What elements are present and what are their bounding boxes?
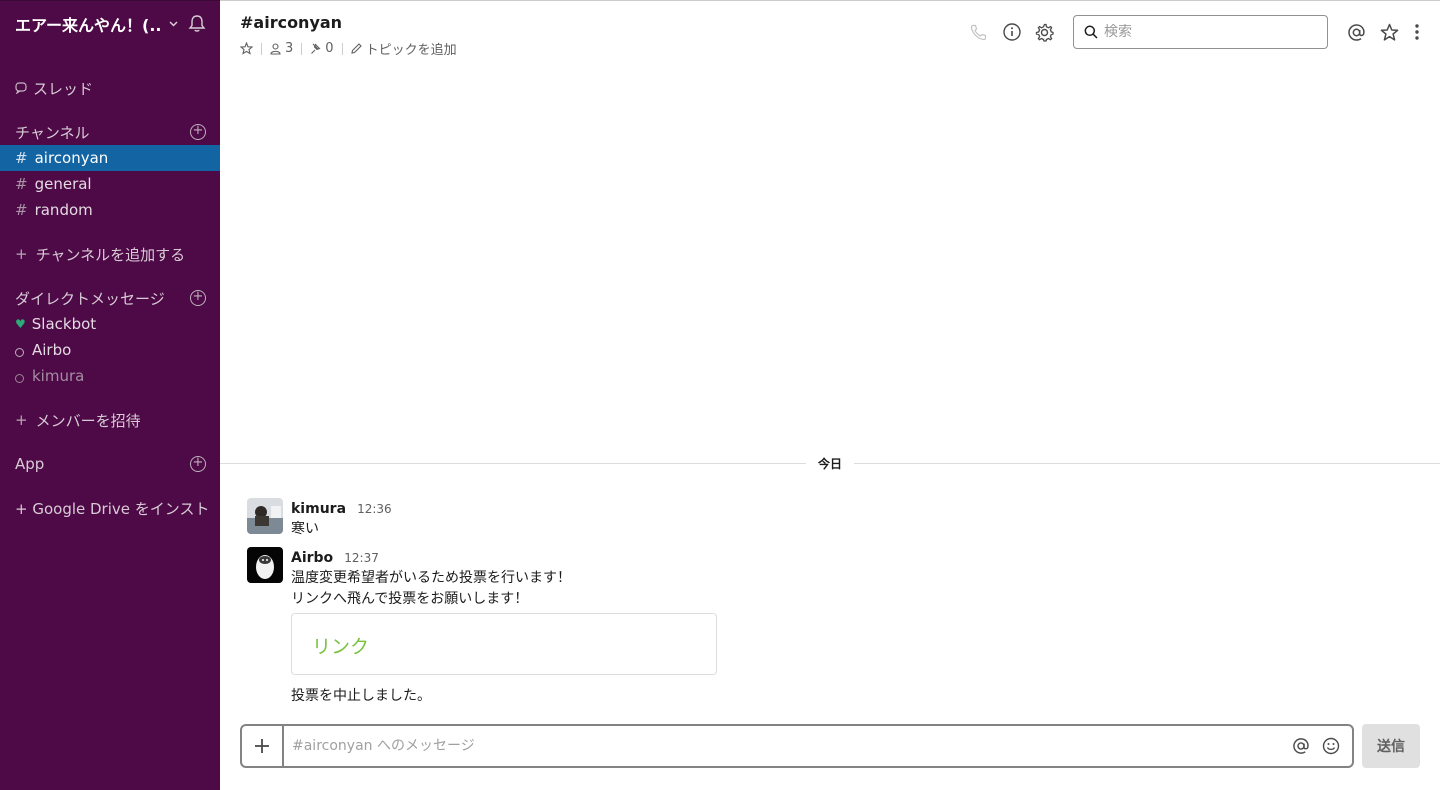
- day-divider-label[interactable]: 今日: [806, 455, 854, 472]
- plus-icon: [255, 739, 269, 753]
- sidebar-item-threads[interactable]: スレッド: [15, 77, 93, 99]
- channel-name: random: [34, 201, 93, 219]
- message-input[interactable]: [284, 726, 1286, 766]
- section-label: ダイレクトメッセージ: [15, 289, 165, 308]
- google-drive-label: + Google Drive をインスト...: [15, 499, 210, 518]
- presence-icon: [15, 373, 24, 383]
- heart-icon: ♥: [15, 317, 26, 331]
- send-button[interactable]: 送信: [1362, 724, 1420, 768]
- phone-icon[interactable]: [962, 15, 995, 49]
- plus-icon: +: [15, 411, 28, 429]
- message-header: Airbo 12:37: [291, 547, 379, 566]
- slack-app: エアー来んやん！(... スレッド チャンネル + # airconyan # …: [0, 0, 1440, 790]
- message-text: 投票を中止しました。: [291, 688, 431, 704]
- at-mention-icon[interactable]: [1286, 731, 1316, 761]
- avatar[interactable]: [247, 498, 283, 534]
- star-icon[interactable]: [240, 42, 253, 55]
- sidebar-item-random[interactable]: # random: [0, 197, 220, 223]
- info-icon[interactable]: [995, 15, 1028, 49]
- timestamp[interactable]: 12:36: [357, 502, 392, 516]
- hash-icon: #: [15, 175, 28, 193]
- emoji-icon[interactable]: [1316, 731, 1346, 761]
- hash-icon: #: [15, 201, 28, 219]
- add-topic-button[interactable]: トピックを追加: [350, 39, 457, 58]
- dm-name: Airbo: [32, 341, 72, 359]
- message-composer: [240, 724, 1354, 768]
- sidebar: エアー来んやん！(... スレッド チャンネル + # airconyan # …: [0, 0, 220, 790]
- starred-items-icon[interactable]: [1373, 15, 1406, 49]
- hash-icon: #: [15, 149, 28, 167]
- divider: [261, 42, 262, 55]
- avatar[interactable]: [247, 547, 283, 583]
- google-drive-install-link[interactable]: + Google Drive をインスト...: [15, 497, 210, 519]
- channel-title[interactable]: #airconyan: [240, 13, 342, 32]
- channels-section-header[interactable]: チャンネル: [15, 121, 90, 143]
- chevron-down-icon[interactable]: [169, 19, 178, 30]
- dm-name: Slackbot: [31, 315, 97, 333]
- members-count[interactable]: 3: [270, 41, 293, 56]
- channel-name: airconyan: [34, 149, 109, 167]
- more-vertical-icon[interactable]: [1406, 15, 1428, 49]
- workspace-switcher[interactable]: エアー来んやん！(...: [15, 13, 210, 35]
- sidebar-item-kimura[interactable]: kimura: [0, 363, 220, 389]
- attachment-card: リンク: [291, 613, 717, 675]
- search-icon: [1084, 25, 1098, 39]
- dm-section-header[interactable]: ダイレクトメッセージ: [15, 287, 165, 309]
- bell-icon[interactable]: [188, 14, 206, 37]
- pins-count-value: 0: [325, 41, 334, 56]
- pins-count[interactable]: 0: [310, 41, 334, 56]
- app-section-header[interactable]: App: [15, 453, 44, 475]
- pin-icon: [310, 43, 321, 55]
- sidebar-item-airbo[interactable]: Airbo: [0, 337, 220, 363]
- message-text: 寒い: [291, 521, 319, 537]
- channel-name: general: [34, 175, 92, 193]
- add-app-icon[interactable]: +: [190, 456, 206, 472]
- message-header: kimura 12:36: [291, 498, 392, 517]
- attach-plus-button[interactable]: [242, 726, 284, 766]
- pencil-icon: [350, 43, 362, 54]
- section-label: App: [15, 455, 45, 473]
- invite-label: メンバーを招待: [35, 411, 141, 430]
- presence-icon: [15, 347, 24, 357]
- add-channel-label: チャンネルを追加する: [35, 245, 186, 264]
- workspace-name[interactable]: エアー来んやん！(...: [15, 12, 163, 36]
- add-topic-label: トピックを追加: [365, 43, 457, 58]
- search-box[interactable]: [1073, 15, 1328, 49]
- message-text: リンクへ飛んで投票をお願いします！: [291, 591, 529, 607]
- threads-icon: [15, 82, 27, 94]
- author-name[interactable]: Airbo: [291, 550, 333, 566]
- add-channel-icon[interactable]: +: [190, 124, 206, 140]
- member-icon: [270, 42, 281, 55]
- search-input[interactable]: [1104, 24, 1304, 40]
- sidebar-item-slackbot[interactable]: ♥ Slackbot: [0, 311, 220, 337]
- channel-header: #airconyan 3 0 トピックを追加 検索: [220, 0, 1440, 62]
- header-toolbar: [962, 15, 1428, 49]
- timestamp[interactable]: 12:37: [344, 551, 379, 565]
- at-mention-icon[interactable]: [1340, 15, 1373, 49]
- gear-icon[interactable]: [1028, 15, 1061, 49]
- members-count-value: 3: [285, 41, 294, 56]
- section-label: チャンネル: [15, 123, 90, 142]
- add-channel-link[interactable]: + チャンネルを追加する: [15, 243, 185, 265]
- sidebar-item-label: スレッド: [33, 79, 94, 98]
- sidebar-item-airconyan[interactable]: # airconyan: [0, 145, 220, 171]
- vote-link[interactable]: リンク: [312, 632, 369, 659]
- channel-meta: 3 0 トピックを追加: [240, 39, 457, 58]
- sidebar-item-general[interactable]: # general: [0, 171, 220, 197]
- message-text: 温度変更希望者がいるため投票を行います！: [291, 570, 571, 586]
- divider: [301, 42, 303, 55]
- dm-name: kimura: [32, 367, 85, 385]
- invite-members-link[interactable]: + メンバーを招待: [15, 409, 141, 431]
- plus-icon: +: [15, 245, 28, 263]
- add-dm-icon[interactable]: +: [190, 290, 206, 306]
- divider: [341, 42, 343, 55]
- author-name[interactable]: kimura: [291, 501, 346, 517]
